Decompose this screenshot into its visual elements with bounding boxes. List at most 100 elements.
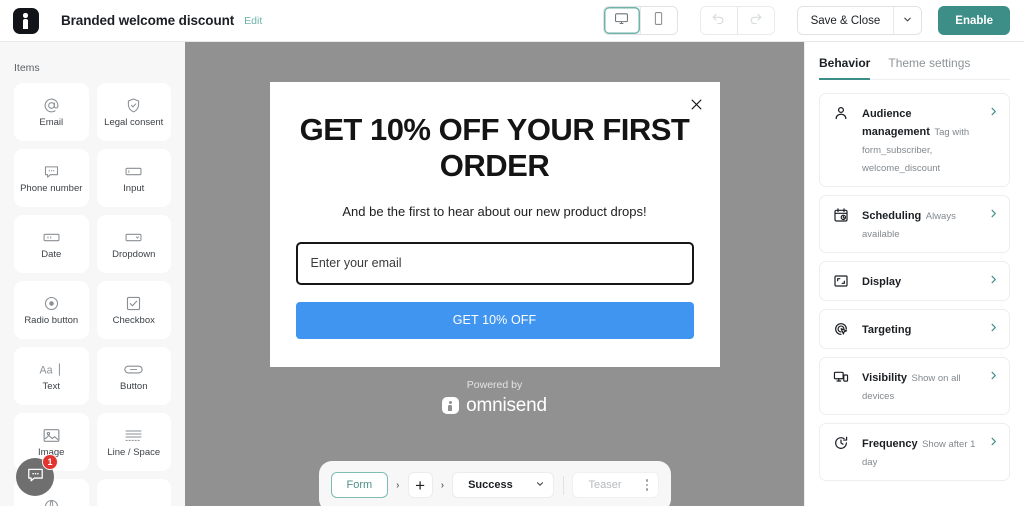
chat-support-button[interactable]: 1	[16, 454, 58, 496]
get-discount-button[interactable]: GET 10% OFF	[295, 301, 694, 339]
card-title: Audience management	[862, 108, 930, 138]
item-label: Checkbox	[112, 315, 155, 326]
item-label: Input	[123, 183, 145, 194]
edit-title-button[interactable]: Edit	[244, 15, 262, 27]
more-vertical-icon[interactable]	[636, 472, 659, 498]
card-title: Frequency	[862, 438, 918, 450]
item-date[interactable]: Date	[14, 215, 89, 273]
item-label: Email	[39, 117, 64, 128]
chat-unread-badge: 1	[42, 454, 58, 470]
chevron-right-icon: ›	[440, 479, 445, 491]
tab-theme-settings[interactable]: Theme settings	[888, 56, 970, 79]
card-text: Scheduling Always available	[862, 206, 977, 242]
undo-arrow-icon	[711, 11, 726, 31]
omnisend-logo-icon	[13, 7, 39, 34]
omnisend-logo-icon	[442, 397, 460, 415]
button-pill-icon	[123, 360, 144, 378]
item-label: Date	[41, 249, 62, 260]
person-icon	[831, 104, 851, 176]
save-control-group: Save & Close	[796, 6, 923, 35]
chevron-right-icon	[988, 206, 999, 242]
item-label: Line / Space	[107, 447, 161, 458]
card-text: Frequency Show after 1 day	[862, 434, 977, 470]
item-button[interactable]: Button	[96, 347, 171, 405]
card-text: Display	[862, 272, 977, 290]
desktop-view-button[interactable]	[603, 7, 640, 34]
item-radio-button[interactable]: Radio button	[14, 281, 89, 339]
item-partial-right[interactable]	[96, 479, 171, 506]
item-label: Text	[42, 381, 60, 392]
add-step-button[interactable]: +	[407, 472, 433, 498]
mobile-view-button[interactable]	[640, 7, 677, 34]
mobile-phone-icon	[651, 11, 666, 31]
enable-button[interactable]: Enable	[938, 6, 1010, 35]
card-scheduling[interactable]: Scheduling Always available	[819, 195, 1010, 253]
chevron-right-icon	[988, 104, 999, 176]
chat-support-icon	[26, 465, 45, 489]
item-text[interactable]: Aa Text	[14, 347, 89, 405]
at-sign-icon	[43, 96, 60, 114]
powered-brand: omnisend	[442, 395, 547, 417]
step-teaser-group: Teaser	[572, 472, 659, 498]
item-label: Dropdown	[112, 249, 156, 260]
chevron-right-icon: ›	[396, 479, 400, 491]
powered-by-block: Powered by omnisend	[442, 379, 547, 417]
powered-by-label: Powered by	[466, 378, 523, 391]
card-text: Targeting	[862, 320, 977, 338]
item-input[interactable]: Input	[96, 149, 171, 207]
item-label: Phone number	[20, 183, 83, 194]
calendar-clock-icon	[831, 206, 851, 242]
close-x-icon[interactable]	[687, 94, 707, 114]
chat-bubble-icon	[43, 162, 60, 180]
item-legal-consent[interactable]: Legal consent	[96, 83, 171, 141]
popup-subheading: And be the first to hear about our new p…	[342, 203, 647, 219]
step-toolbar: Form › + › Success Teaser	[318, 461, 671, 506]
settings-panel: Behavior Theme settings Audience managem…	[804, 42, 1024, 506]
save-and-close-button[interactable]: Save & Close	[797, 7, 894, 34]
item-line-space[interactable]: Line / Space	[96, 413, 171, 471]
card-targeting[interactable]: Targeting	[819, 309, 1010, 349]
checkbox-icon	[125, 294, 142, 312]
step-success-group: Success	[452, 472, 554, 498]
viewport-toggle-group	[602, 6, 678, 35]
app-header: Branded welcome discount Edit Save & Clo…	[0, 0, 1024, 42]
card-display[interactable]: Display	[819, 261, 1010, 301]
card-frequency[interactable]: Frequency Show after 1 day	[819, 423, 1010, 481]
step-form-button[interactable]: Form	[330, 472, 389, 498]
step-success-button[interactable]: Success	[452, 472, 528, 498]
item-label: Button	[120, 381, 148, 392]
page-title: Branded welcome discount	[61, 13, 235, 28]
preview-canvas: GET 10% OFF YOUR FIRST ORDER And be the …	[185, 42, 804, 506]
item-email[interactable]: Email	[14, 83, 89, 141]
date-field-icon	[42, 228, 61, 246]
chevron-right-icon	[988, 368, 999, 404]
redo-button[interactable]	[737, 7, 774, 34]
desktop-monitor-icon	[614, 11, 629, 31]
chevron-down-icon	[535, 476, 545, 494]
item-phone-number[interactable]: Phone number	[14, 149, 89, 207]
card-visibility[interactable]: Visibility Show on all devices	[819, 357, 1010, 415]
popup-heading: GET 10% OFF YOUR FIRST ORDER	[299, 112, 690, 183]
save-options-button[interactable]	[893, 7, 922, 34]
card-audience-management[interactable]: Audience management Tag with form_subscr…	[819, 93, 1010, 187]
card-title: Display	[862, 276, 902, 288]
display-frame-icon	[831, 272, 851, 290]
brand-name: omnisend	[466, 394, 547, 416]
step-success-caret-button[interactable]	[527, 472, 554, 498]
undo-button[interactable]	[700, 7, 737, 34]
chevron-down-icon	[902, 12, 913, 30]
shield-check-icon	[125, 96, 142, 114]
sidebar-heading: Items	[14, 62, 40, 74]
form-editor-app: Branded welcome discount Edit Save & Clo…	[0, 0, 1024, 506]
radio-button-icon	[43, 294, 60, 312]
tab-behavior[interactable]: Behavior	[819, 56, 871, 80]
panel-tabs: Behavior Theme settings	[819, 42, 1010, 80]
card-title: Scheduling	[862, 210, 922, 222]
item-checkbox[interactable]: Checkbox	[96, 281, 171, 339]
text-cursor-icon: Aa	[38, 360, 64, 378]
step-teaser-button[interactable]: Teaser	[572, 472, 637, 498]
item-dropdown[interactable]: Dropdown	[96, 215, 171, 273]
image-icon	[42, 426, 61, 444]
email-input[interactable]: Enter your email	[295, 241, 694, 285]
card-title: Targeting	[862, 324, 912, 336]
